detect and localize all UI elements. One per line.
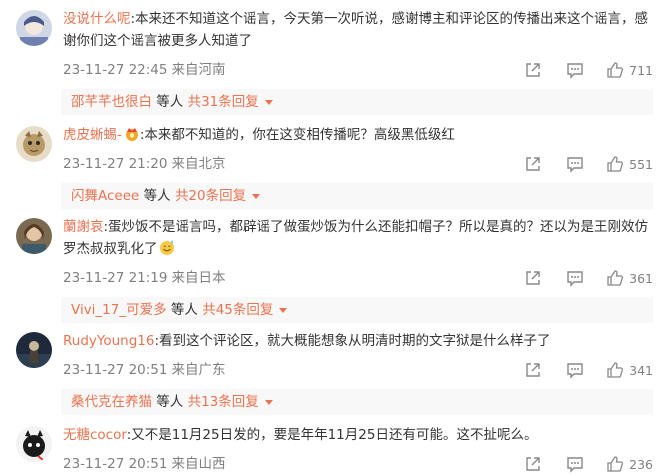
- comment-text: 没说什么呢:本来还不知道这个谣言，今天第一次听说，感谢博主和评论区的传播出来这个…: [63, 8, 653, 52]
- reply-total-link[interactable]: 共13条回复: [188, 394, 259, 410]
- location: 来自日本: [171, 270, 226, 286]
- reply-etc: 等人: [156, 94, 184, 110]
- avatar[interactable]: [16, 126, 52, 162]
- avatar[interactable]: [16, 10, 52, 46]
- reply-username[interactable]: 邵芊芊也很白: [71, 94, 152, 110]
- comment-content: :本来还不知道这个谣言，今天第一次听说，感谢博主和评论区的传播出来这个谣言，感谢…: [63, 11, 649, 49]
- reply-total-link[interactable]: 共20条回复: [175, 188, 246, 204]
- reply-etc: 等人: [143, 188, 171, 204]
- reply-username[interactable]: 闪舞Aceee: [71, 188, 139, 204]
- chevron-down-icon: [279, 307, 288, 313]
- reply-total-link[interactable]: 共45条回复: [202, 302, 273, 318]
- timestamp: 23-11-27 22:45: [63, 62, 168, 78]
- reply-button[interactable]: [566, 361, 584, 379]
- like-button[interactable]: 711: [606, 61, 653, 79]
- like-count: 711: [629, 62, 653, 78]
- repost-button[interactable]: [524, 269, 542, 287]
- comment-text: RudyYoung16:看到这个评论区，就大概能想象从明清时期的文字狱是什么样子…: [63, 330, 653, 352]
- like-icon: [607, 270, 624, 286]
- like-count: 551: [629, 156, 653, 172]
- replies-summary[interactable]: Vivi_17_可爱多 等人 共45条回复: [61, 297, 653, 323]
- like-button[interactable]: 551: [606, 155, 653, 173]
- repost-icon: [526, 363, 540, 377]
- username-link[interactable]: 没说什么呢: [63, 11, 131, 27]
- repost-icon: [526, 63, 540, 77]
- comment-icon: [567, 157, 583, 173]
- comment-text: 虎皮蜥蜴- :本来都不知道的，你在这变相传播呢？高级黑低级红: [63, 124, 653, 146]
- chevron-down-icon: [264, 399, 273, 405]
- reply-etc: 等人: [156, 394, 184, 410]
- comment-text: 蘭謝哀:蛋炒饭不是谣言吗，都辟谣了做蛋炒饭为什么还能扣帽子？所以是真的？还以为是…: [63, 216, 653, 260]
- reply-username[interactable]: Vivi_17_可爱多: [71, 302, 167, 318]
- reply-button[interactable]: [566, 155, 584, 173]
- avatar[interactable]: [16, 218, 52, 254]
- like-count: 361: [629, 270, 653, 286]
- like-icon: [607, 156, 624, 172]
- chevron-down-icon: [252, 193, 261, 199]
- comment-text: 无糖cocor:又不是11月25日发的，要是年年11月25日还有可能。这不扯呢么…: [63, 424, 653, 446]
- timestamp: 23-11-27 21:19: [63, 270, 168, 286]
- comment-icon: [567, 363, 583, 379]
- avatar[interactable]: [16, 332, 52, 368]
- location: 来自山西: [171, 456, 226, 472]
- repost-button[interactable]: [524, 61, 542, 79]
- replies-summary[interactable]: 邵芊芊也很白 等人 共31条回复: [61, 89, 653, 115]
- username-link[interactable]: 蘭謝哀: [63, 219, 104, 235]
- like-icon: [607, 362, 624, 378]
- avatar[interactable]: [16, 426, 52, 462]
- like-icon: [607, 62, 624, 78]
- reply-total-link[interactable]: 共31条回复: [188, 94, 259, 110]
- sweat-smile-emoji: [159, 240, 174, 255]
- comment-content: :蛋炒饭不是谣言吗，都辟谣了做蛋炒饭为什么还能扣帽子？所以是真的？还以为是王刚效…: [63, 219, 649, 257]
- reply-button[interactable]: [566, 269, 584, 287]
- like-count: 236: [629, 456, 653, 472]
- repost-button[interactable]: [524, 455, 542, 473]
- username-link[interactable]: RudyYoung16: [63, 333, 154, 349]
- repost-button[interactable]: [524, 155, 542, 173]
- comment-icon: [567, 271, 583, 287]
- timestamp: 23-11-27 20:51: [63, 362, 168, 378]
- like-count: 341: [629, 362, 653, 378]
- repost-button[interactable]: [524, 361, 542, 379]
- location: 来自广东: [171, 362, 226, 378]
- replies-summary[interactable]: 闪舞Aceee 等人 共20条回复: [61, 183, 653, 209]
- comment-content: :又不是11月25日发的，要是年年11月25日还有可能。这不扯呢么。: [126, 427, 538, 443]
- comment-icon: [567, 63, 583, 79]
- repost-icon: [526, 457, 540, 471]
- location: 来自北京: [171, 156, 226, 172]
- like-button[interactable]: 341: [606, 361, 653, 379]
- username-link[interactable]: 无糖cocor: [63, 427, 127, 443]
- crown-badge-icon: [125, 128, 138, 141]
- timestamp: 23-11-27 20:51: [63, 456, 168, 472]
- like-button[interactable]: 236: [606, 455, 653, 473]
- reply-button[interactable]: [566, 455, 584, 473]
- replies-summary[interactable]: 桑代克在养猫 等人 共13条回复: [61, 389, 653, 415]
- chevron-down-icon: [264, 99, 273, 105]
- timestamp: 23-11-27 21:20: [63, 156, 168, 172]
- reply-username[interactable]: 桑代克在养猫: [71, 394, 152, 410]
- comment-content: :看到这个评论区，就大概能想象从明清时期的文字狱是什么样子了: [154, 333, 551, 349]
- like-icon: [607, 456, 624, 472]
- username-link[interactable]: 虎皮蜥蜴-: [63, 127, 122, 143]
- reply-button[interactable]: [566, 61, 584, 79]
- comment-icon: [567, 457, 583, 473]
- location: 来自河南: [171, 62, 226, 78]
- comment-content: :本来都不知道的，你在这变相传播呢？高级黑低级红: [139, 127, 455, 143]
- like-button[interactable]: 361: [606, 269, 653, 287]
- reply-etc: 等人: [170, 302, 198, 318]
- repost-icon: [526, 271, 540, 285]
- repost-icon: [526, 157, 540, 171]
